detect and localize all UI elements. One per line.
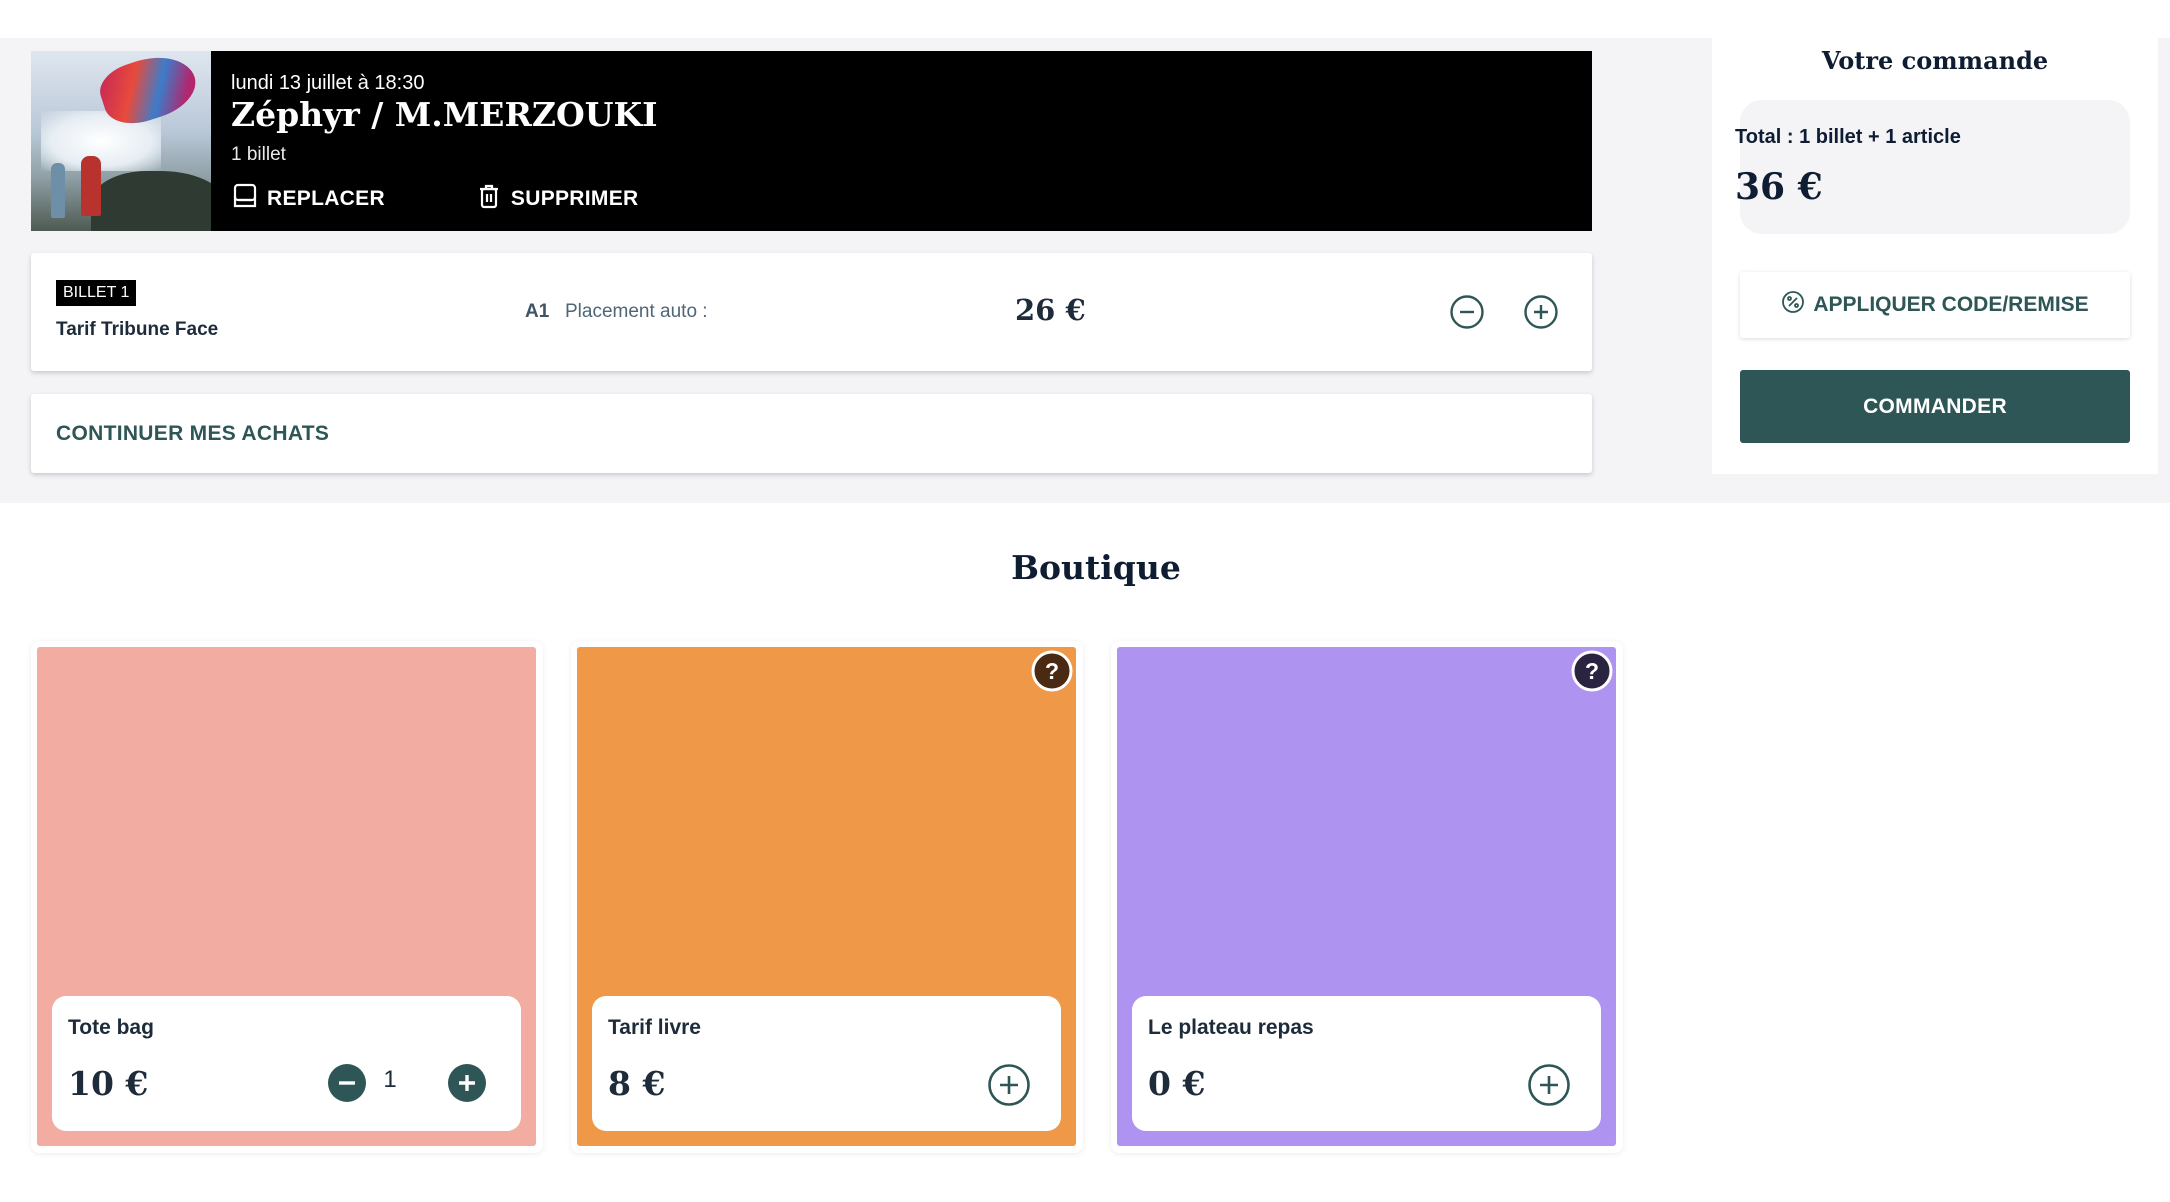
product-name: Tote bag xyxy=(68,1016,154,1039)
discount-icon xyxy=(1781,290,1805,320)
product-card: Tote bag 10 € 1 xyxy=(31,641,543,1153)
plus-circle-filled-icon xyxy=(448,1064,486,1102)
product-price: 10 € xyxy=(68,1064,149,1103)
event-date: lundi 13 juillet à 18:30 xyxy=(231,72,425,94)
product-increase-button[interactable] xyxy=(1527,1063,1571,1107)
trash-icon xyxy=(475,182,503,216)
product-card: ? Le plateau repas 0 € xyxy=(1111,641,1623,1153)
minus-circle-icon xyxy=(1450,295,1484,329)
apply-code-label: APPLIQUER CODE/REMISE xyxy=(1813,293,2089,316)
ticket-tarif: Tarif Tribune Face xyxy=(56,319,219,340)
order-title: Votre commande xyxy=(1821,46,2049,75)
ticket-row: BILLET 1 Tarif Tribune Face A1 Placement… xyxy=(31,253,1592,371)
product-increase-button[interactable] xyxy=(447,1063,487,1103)
apply-code-button[interactable]: APPLIQUER CODE/REMISE xyxy=(1740,272,2130,338)
ticket-price: 26 € xyxy=(1015,293,1086,327)
total-price: 36 € xyxy=(1735,166,1823,208)
product-price: 8 € xyxy=(608,1064,666,1103)
product-card: ? Tarif livre 8 € xyxy=(571,641,1083,1153)
event-image xyxy=(31,51,211,231)
ticket-decrease-button[interactable] xyxy=(1449,294,1485,330)
help-button[interactable]: ? xyxy=(1031,650,1073,692)
product-info: Le plateau repas 0 € xyxy=(1132,996,1601,1131)
event-info: lundi 13 juillet à 18:30 Zéphyr / M.MERZ… xyxy=(211,51,1592,231)
boutique-title: Boutique xyxy=(1011,548,1181,587)
ticket-seat: A1 xyxy=(525,301,550,322)
ticket-increase-button[interactable] xyxy=(1523,294,1559,330)
plus-circle-icon xyxy=(988,1064,1030,1106)
order-summary-panel: Votre commande Total : 1 billet + 1 arti… xyxy=(1712,38,2158,474)
ticket-placement: Placement auto : xyxy=(565,301,708,322)
product-info: Tarif livre 8 € xyxy=(592,996,1061,1131)
continue-shopping-link[interactable]: CONTINUER MES ACHATS xyxy=(56,422,329,446)
help-button[interactable]: ? xyxy=(1571,650,1613,692)
delete-button[interactable]: SUPPRIMER xyxy=(475,182,639,216)
product-increase-button[interactable] xyxy=(987,1063,1031,1107)
product-decrease-button[interactable] xyxy=(327,1063,367,1103)
question-icon: ? xyxy=(1031,650,1073,692)
svg-text:?: ? xyxy=(1045,658,1059,684)
product-name: Tarif livre xyxy=(608,1016,701,1039)
order-button[interactable]: COMMANDER xyxy=(1740,370,2130,443)
question-icon: ? xyxy=(1571,650,1613,692)
product-name: Le plateau repas xyxy=(1148,1016,1314,1039)
event-title: Zéphyr / M.MERZOUKI xyxy=(231,95,658,134)
event-header: lundi 13 juillet à 18:30 Zéphyr / M.MERZ… xyxy=(31,51,1592,231)
continue-shopping-card: CONTINUER MES ACHATS xyxy=(31,394,1592,473)
product-price: 0 € xyxy=(1148,1064,1206,1103)
replace-button[interactable]: REPLACER xyxy=(231,182,385,216)
product-quantity: 1 xyxy=(383,1066,397,1093)
product-info: Tote bag 10 € 1 xyxy=(52,996,521,1131)
delete-label: SUPPRIMER xyxy=(510,187,639,210)
plus-circle-icon xyxy=(1528,1064,1570,1106)
ticket-badge: BILLET 1 xyxy=(56,280,137,306)
event-ticket-count: 1 billet xyxy=(231,144,286,165)
seat-icon xyxy=(231,182,259,216)
replace-label: REPLACER xyxy=(267,187,385,210)
total-label: Total : 1 billet + 1 article xyxy=(1735,126,1961,148)
plus-circle-icon xyxy=(1524,295,1558,329)
svg-text:?: ? xyxy=(1585,658,1599,684)
minus-circle-filled-icon xyxy=(328,1064,366,1102)
